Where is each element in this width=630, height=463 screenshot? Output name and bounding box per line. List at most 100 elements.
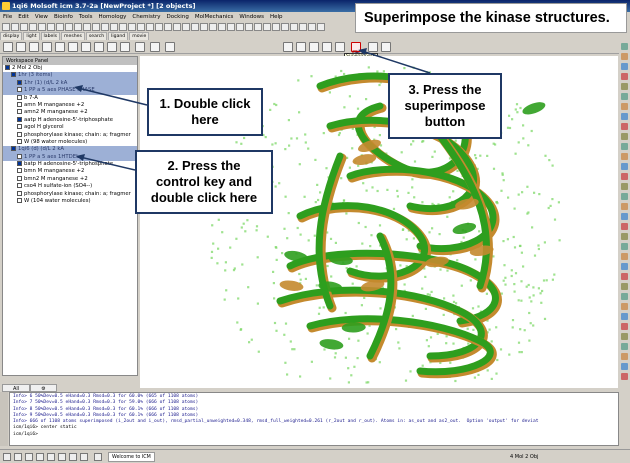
side-tool-icon[interactable] (621, 43, 628, 50)
tree-row[interactable]: agol H glycerol (3, 124, 137, 131)
command-console[interactable]: Info> 6 50%Dev=0.5 eHand=0.3 Rmsd=0.3 fo… (9, 392, 619, 446)
tree-row[interactable]: batp H adenosine-5'-triphosphate (3, 161, 137, 168)
root-checkbox[interactable] (5, 65, 10, 70)
tree-row-checkbox[interactable] (17, 198, 22, 204)
tree-row-checkbox[interactable] (17, 109, 22, 115)
tree-row[interactable]: 1 PP a 5 aes 1HTDEL (3, 153, 137, 162)
menu-molmechanics[interactable]: MolMechanics (195, 12, 234, 22)
display-style-button[interactable] (55, 42, 65, 52)
toolbar-icon[interactable] (308, 23, 316, 31)
tab-search[interactable]: search (85, 32, 108, 40)
toolbar-icon[interactable] (137, 23, 145, 31)
tree-row-checkbox[interactable] (17, 138, 22, 144)
side-tool-icon[interactable] (621, 143, 628, 150)
toolbar-icon[interactable] (299, 23, 307, 31)
toolbar-icon[interactable] (119, 23, 127, 31)
menu-file[interactable]: File (3, 12, 12, 22)
side-tool-icon[interactable] (621, 293, 628, 300)
menu-tools[interactable]: Tools (79, 12, 93, 22)
display-style-button[interactable] (150, 42, 160, 52)
superimpose-button[interactable] (351, 42, 361, 58)
side-tool-icon[interactable] (621, 223, 628, 230)
menu-chemistry[interactable]: Chemistry (132, 12, 160, 22)
status-icon-7[interactable] (69, 453, 77, 461)
side-tool-icon[interactable] (621, 183, 628, 190)
toolbar-icon[interactable] (110, 23, 118, 31)
toolbar-icon[interactable] (74, 23, 82, 31)
tree-row[interactable]: cso4 H sulfate-ion (SO4--) (3, 183, 137, 190)
side-tool-icon[interactable] (621, 363, 628, 370)
view-tool-button[interactable] (283, 42, 293, 52)
toolbar-icon[interactable] (101, 23, 109, 31)
toolbar-icon[interactable] (263, 23, 271, 31)
display-style-button[interactable] (94, 42, 104, 52)
side-tool-icon[interactable] (621, 123, 628, 130)
display-style-button[interactable] (16, 42, 26, 52)
tree-row[interactable]: bmn M manganese +2 (3, 168, 137, 175)
side-tool-icon[interactable] (621, 133, 628, 140)
tab-ligand[interactable]: ligand (108, 32, 129, 40)
undo-button[interactable] (381, 42, 391, 52)
side-tool-icon[interactable] (621, 73, 628, 80)
tree-row[interactable]: 1hr (3 items) (3, 72, 137, 80)
tree-row-checkbox[interactable] (17, 79, 22, 85)
view-tool-button[interactable] (296, 42, 306, 52)
status-icon-6[interactable] (58, 453, 66, 461)
display-style-button[interactable] (120, 42, 130, 52)
menu-view[interactable]: View (35, 12, 48, 22)
toolbar-icon[interactable] (227, 23, 235, 31)
display-style-button[interactable] (135, 42, 145, 52)
side-tool-icon[interactable] (621, 83, 628, 90)
display-style-button[interactable] (29, 42, 39, 52)
tree-row[interactable]: bmn2 M manganese +2 (3, 175, 137, 183)
side-tool-icon[interactable] (621, 373, 628, 380)
toolbar-icon[interactable] (218, 23, 226, 31)
toolbar-icon[interactable] (128, 23, 136, 31)
tree-row-checkbox[interactable] (17, 168, 22, 174)
toolbar-icon[interactable] (155, 23, 163, 31)
side-tool-icon[interactable] (621, 313, 628, 320)
tree-row-checkbox[interactable] (17, 101, 22, 107)
toolbar-icon[interactable] (200, 23, 208, 31)
display-style-button[interactable] (68, 42, 78, 52)
tree-row[interactable]: b 7-A (3, 94, 137, 102)
toolbar-icon[interactable] (164, 23, 172, 31)
tab-labels[interactable]: labels (40, 32, 61, 40)
tab-extra-icon[interactable]: ⚙ (30, 384, 57, 392)
side-tool-icon[interactable] (621, 353, 628, 360)
side-tool-icon[interactable] (621, 323, 628, 330)
status-icon-5[interactable] (47, 453, 55, 461)
side-tool-icon[interactable] (621, 263, 628, 270)
tree-row-checkbox[interactable] (17, 183, 22, 189)
side-tool-icon[interactable] (621, 283, 628, 290)
tree-row[interactable]: 1qi6 (d) (d/L 2 kA (3, 146, 137, 154)
tree-row-checkbox[interactable] (17, 131, 22, 137)
toolbar-icon[interactable] (2, 23, 10, 31)
toolbar-icon[interactable] (83, 23, 91, 31)
save-view-button[interactable] (368, 42, 378, 52)
tab-movie[interactable]: movie (129, 32, 150, 40)
tree-row[interactable]: W (104 water molecules) (3, 198, 137, 205)
side-tool-icon[interactable] (621, 213, 628, 220)
menu-edit[interactable]: Edit (18, 12, 29, 22)
tree-row-checkbox[interactable] (17, 124, 22, 130)
display-style-button[interactable] (81, 42, 91, 52)
side-tool-icon[interactable] (621, 273, 628, 280)
side-tool-icon[interactable] (621, 253, 628, 260)
side-tool-icon[interactable] (621, 303, 628, 310)
toolbar-icon[interactable] (47, 23, 55, 31)
side-tool-icon[interactable] (621, 163, 628, 170)
side-tool-icon[interactable] (621, 153, 628, 160)
menu-bioinfo[interactable]: Bioinfo (54, 12, 73, 22)
menu-docking[interactable]: Docking (167, 12, 189, 22)
tree-row-checkbox[interactable] (17, 116, 22, 122)
tree-row[interactable]: aatp H adenosine-5'-triphosphate (3, 116, 137, 124)
tree-row[interactable]: amn2 M manganese +2 (3, 109, 137, 116)
tree-row[interactable]: W (98 water molecules) (3, 138, 137, 146)
tree-root[interactable]: 2 Mol 2 Obj (3, 65, 137, 72)
tree-row-checkbox[interactable] (17, 94, 22, 100)
toolbar-icon[interactable] (245, 23, 253, 31)
side-tool-icon[interactable] (621, 203, 628, 210)
tab-light[interactable]: light (23, 32, 40, 40)
tree-row[interactable]: phosphorylase kinase; chain: a; fragmer (3, 190, 137, 198)
